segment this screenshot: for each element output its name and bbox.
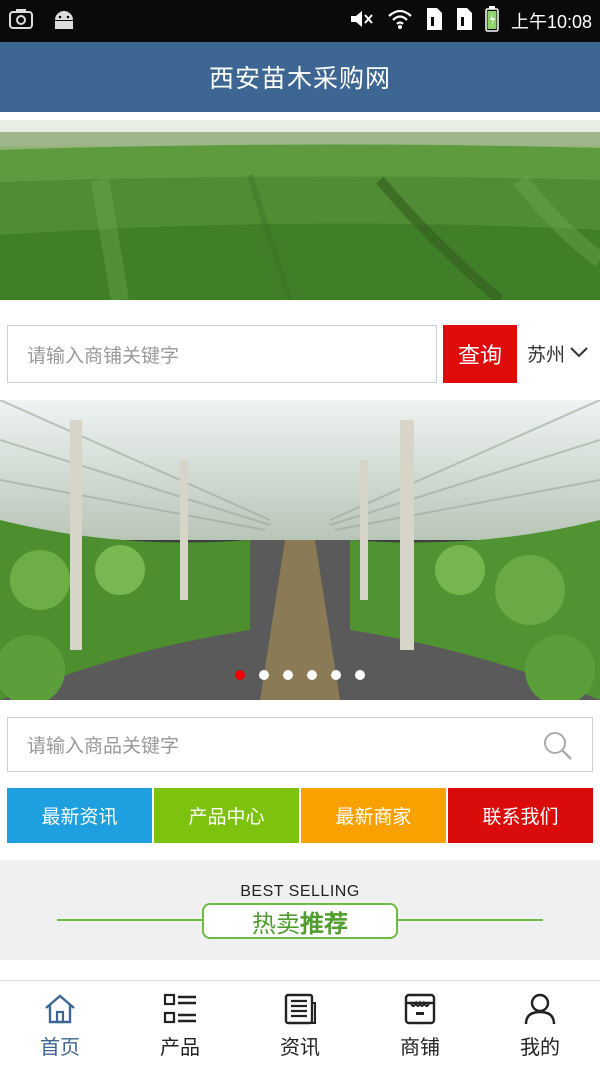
carousel-banner-greenhouse[interactable] (0, 400, 600, 700)
tab-label: 资讯 (280, 1035, 320, 1059)
tab-mine[interactable]: 我的 (480, 981, 600, 1067)
search-icon[interactable] (542, 730, 574, 767)
tab-label: 首页 (40, 1035, 80, 1059)
status-time: 上午10:08 (510, 12, 592, 32)
section-title-part1: 热卖 (252, 909, 300, 938)
shop-search-row: 请输入商铺关键字 查询 苏州 (0, 325, 600, 383)
store-icon (403, 993, 437, 1025)
tab-label: 商铺 (400, 1035, 440, 1059)
tab-products[interactable]: 产品 (120, 981, 240, 1067)
nav-latest-news-button[interactable]: 最新资讯 (7, 788, 152, 843)
tab-stores[interactable]: 商铺 (360, 981, 480, 1067)
wifi-icon (387, 8, 413, 34)
battery-icon (485, 6, 499, 36)
section-title-part2: 推荐 (300, 909, 348, 938)
carousel-dot[interactable] (307, 670, 317, 680)
hot-selling-section: BEST SELLING 热卖 推荐 (0, 860, 600, 960)
shop-search-input[interactable]: 请输入商铺关键字 (7, 325, 437, 383)
divider (398, 919, 543, 921)
user-icon (523, 993, 557, 1025)
tab-home[interactable]: 首页 (0, 981, 120, 1067)
nav-latest-merchants-button[interactable]: 最新商家 (301, 788, 446, 843)
sim2-icon (455, 7, 473, 35)
status-bar: 上午10:08 (0, 0, 600, 42)
carousel-indicator (0, 670, 600, 680)
mute-icon (349, 8, 375, 34)
tab-news[interactable]: 资讯 (240, 981, 360, 1067)
carousel-dot[interactable] (235, 670, 245, 680)
tab-label: 产品 (160, 1035, 200, 1059)
product-search-placeholder: 请输入商品关键字 (27, 735, 180, 757)
carousel-dot[interactable] (331, 670, 341, 680)
page-title: 西安苗木采购网 (208, 64, 391, 93)
carousel-dot[interactable] (259, 670, 269, 680)
product-search-input[interactable]: 请输入商品关键字 (7, 717, 593, 772)
bottom-tab-bar: 首页 产品 资讯 商铺 我的 (0, 980, 600, 1067)
news-icon (283, 993, 317, 1025)
shop-search-placeholder: 请输入商铺关键字 (27, 344, 180, 367)
carousel-dot[interactable] (355, 670, 365, 680)
banner-image-field[interactable] (0, 120, 600, 300)
query-button[interactable]: 查询 (443, 325, 517, 383)
screenshot-icon (8, 8, 34, 34)
nav-product-center-button[interactable]: 产品中心 (154, 788, 299, 843)
header-bar: 西安苗木采购网 (0, 42, 600, 112)
quick-nav: 最新资讯 产品中心 最新商家 联系我们 (7, 788, 593, 843)
section-title: 热卖 推荐 (202, 903, 398, 939)
city-selector[interactable]: 苏州 (527, 333, 589, 373)
home-icon (43, 993, 77, 1025)
divider (57, 919, 202, 921)
section-subtitle: BEST SELLING (240, 883, 360, 900)
sim1-icon (425, 7, 443, 35)
carousel-dot[interactable] (283, 670, 293, 680)
city-label: 苏州 (527, 343, 566, 366)
tab-label: 我的 (520, 1035, 560, 1059)
grid-list-icon (163, 993, 197, 1025)
nav-contact-us-button[interactable]: 联系我们 (448, 788, 593, 843)
android-icon (52, 8, 76, 34)
chevron-down-icon (569, 342, 589, 364)
